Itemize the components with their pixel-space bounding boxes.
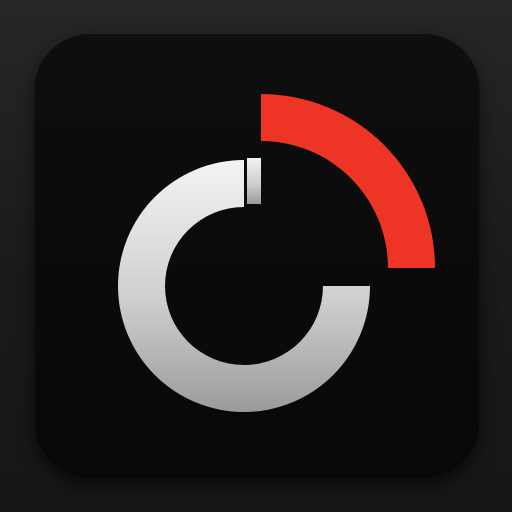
gauge-red-segment	[261, 94, 435, 268]
icon-canvas	[0, 0, 512, 512]
gauge-tick	[247, 158, 261, 204]
power-gauge-icon	[118, 94, 435, 412]
gauge-ring	[118, 160, 370, 412]
